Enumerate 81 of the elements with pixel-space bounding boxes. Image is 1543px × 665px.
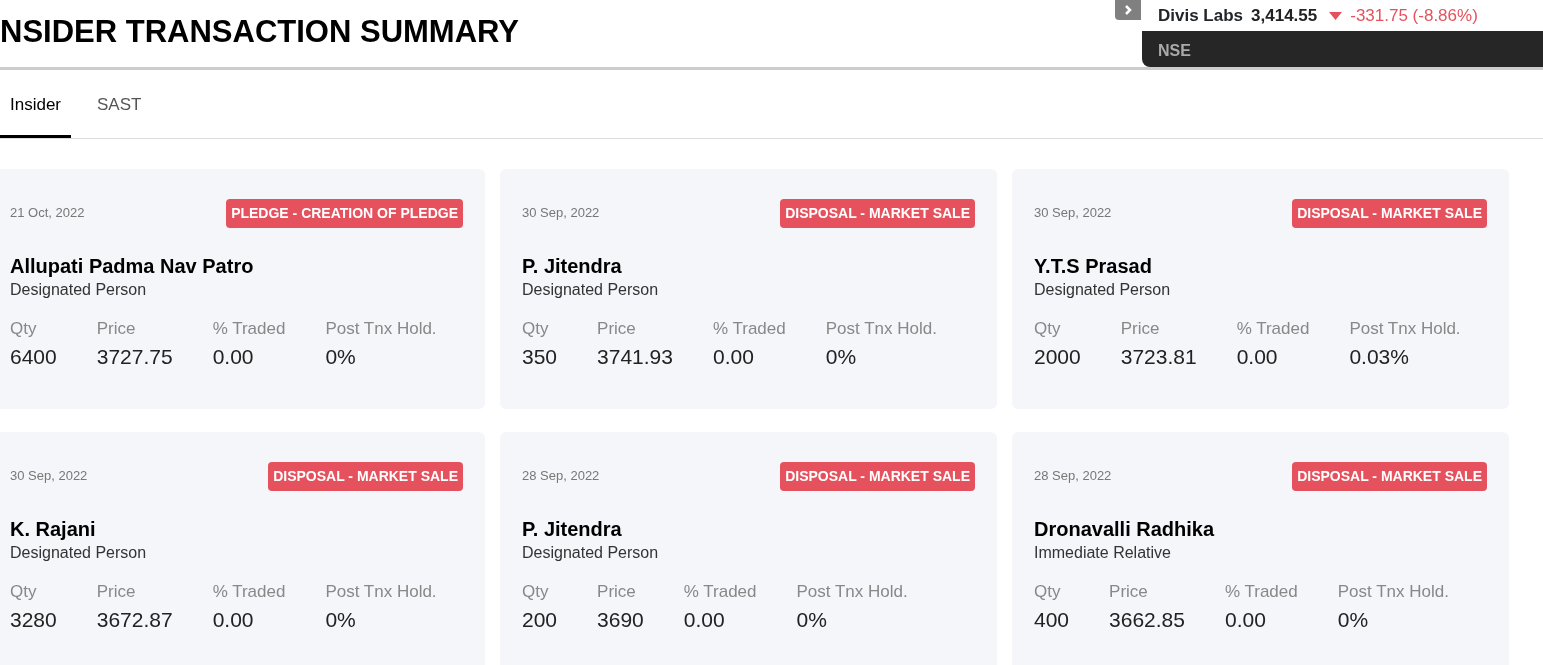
stat-value: 3690: [597, 607, 644, 633]
transaction-date: 28 Sep, 2022: [1034, 467, 1112, 486]
stat-label: Qty: [522, 317, 550, 340]
stat-value: 3727.75: [96, 344, 173, 370]
stat-label: Price: [597, 580, 637, 603]
transaction-date: 30 Sep, 2022: [1034, 204, 1112, 223]
stat-label: Qty: [10, 317, 38, 340]
stat-label: Post Tnx Hold.: [1349, 317, 1461, 340]
stat-value: 0.00: [212, 607, 255, 633]
stat-label: Price: [597, 317, 637, 340]
stat-value: 0.00: [212, 344, 255, 370]
stat-label: Post Tnx Hold.: [325, 317, 437, 340]
stat-label: Price: [1120, 317, 1161, 340]
insider-role: Designated Person: [1034, 279, 1172, 300]
transaction-type-tag: DISPOSAL - MARKET SALE: [780, 461, 975, 491]
stat-value: 3672.87: [96, 607, 173, 633]
page-title: NSIDER TRANSACTION SUMMARY: [0, 13, 519, 51]
exchange-label: NSE: [1142, 31, 1543, 67]
expand-button[interactable]: [1115, 0, 1141, 20]
stat-label: % Traded: [712, 317, 786, 340]
stat-value: 0.03%: [1349, 344, 1410, 370]
transaction-date: 30 Sep, 2022: [10, 467, 88, 486]
stat-value: 3723.81: [1120, 344, 1197, 370]
stat-label: Price: [96, 317, 137, 340]
stat-label: Qty: [1034, 580, 1062, 603]
insider-name: K. Rajani: [10, 516, 97, 541]
stat-value: 0.00: [712, 344, 755, 370]
insider-role: Immediate Relative: [1034, 542, 1172, 563]
stat-label: Price: [1109, 580, 1149, 603]
insider-name: Y.T.S Prasad: [1034, 253, 1153, 278]
stat-label: Post Tnx Hold.: [1337, 580, 1449, 603]
insider-name: P. Jitendra: [522, 253, 623, 278]
insider-role: Designated Person: [522, 542, 660, 563]
insider-role: Designated Person: [10, 542, 148, 563]
insider-name: P. Jitendra: [522, 516, 623, 541]
transaction-type-tag: DISPOSAL - MARKET SALE: [1292, 198, 1487, 228]
chevron-right-icon: [1123, 4, 1133, 16]
stat-value: 0%: [325, 607, 357, 633]
stat-label: % Traded: [1236, 317, 1310, 340]
stat-value: 400: [1034, 607, 1070, 633]
stat-label: % Traded: [683, 580, 757, 603]
stat-label: Qty: [522, 580, 550, 603]
stat-label: Qty: [1034, 317, 1062, 340]
stat-value: 200: [522, 607, 558, 633]
stat-label: Post Tnx Hold.: [796, 580, 908, 603]
transaction-type-tag: DISPOSAL - MARKET SALE: [1292, 461, 1487, 491]
stat-value: 0%: [796, 607, 828, 633]
stat-label: Post Tnx Hold.: [325, 580, 437, 603]
insider-name: Dronavalli Radhika: [1034, 516, 1216, 541]
stat-label: % Traded: [212, 317, 286, 340]
stat-label: % Traded: [212, 580, 286, 603]
stat-value: 2000: [1034, 344, 1081, 370]
transaction-date: 30 Sep, 2022: [522, 204, 600, 223]
stock-name: Divis Labs: [1158, 4, 1244, 27]
transaction-date: 21 Oct, 2022: [10, 204, 85, 223]
stat-label: Post Tnx Hold.: [825, 317, 937, 340]
stat-value: 3741.93: [597, 344, 673, 370]
stat-value: 0%: [1337, 607, 1370, 633]
insider-role: Designated Person: [10, 279, 148, 300]
stat-label: Price: [96, 580, 137, 603]
stat-value: 0.00: [1224, 607, 1267, 633]
insider-role: Designated Person: [522, 279, 660, 300]
transaction-type-tag: DISPOSAL - MARKET SALE: [268, 461, 463, 491]
transaction-date: 28 Sep, 2022: [522, 467, 600, 486]
transaction-type-tag: PLEDGE - CREATION OF PLEDGE: [226, 198, 463, 228]
tab[interactable]: SAST: [87, 70, 152, 138]
transaction-type-tag: DISPOSAL - MARKET SALE: [780, 198, 975, 228]
stat-value: 0.00: [683, 607, 726, 633]
stat-value: 0%: [825, 344, 858, 370]
stat-value: 0%: [325, 344, 357, 370]
stat-value: 3280: [10, 607, 57, 633]
tab[interactable]: Insider: [0, 70, 72, 138]
stat-value: 3662.85: [1109, 607, 1185, 633]
stat-value: 0.00: [1236, 344, 1279, 370]
stock-price: 3,414.55: [1251, 4, 1318, 27]
stat-label: Qty: [10, 580, 38, 603]
stat-label: % Traded: [1224, 580, 1298, 603]
stock-change: -331.75 (-8.86%): [1350, 4, 1478, 27]
stat-value: 350: [522, 344, 558, 370]
stat-value: 6400: [10, 344, 57, 370]
insider-name: Allupati Padma Nav Patro: [10, 253, 255, 278]
